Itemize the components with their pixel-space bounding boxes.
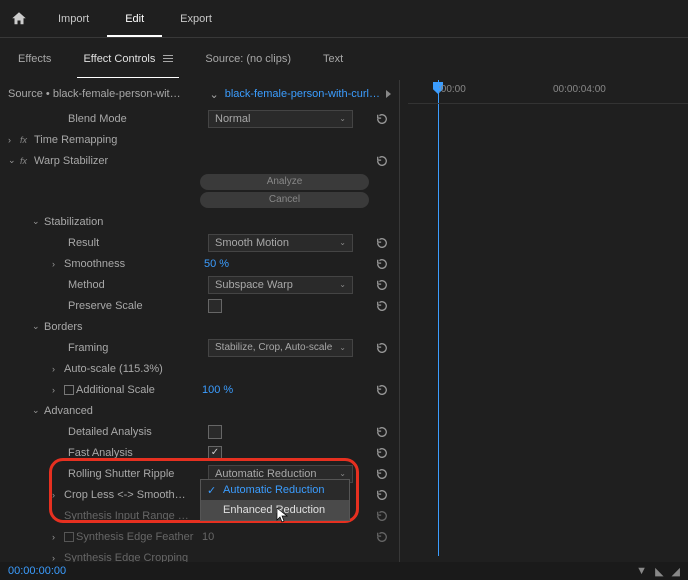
ruler-tick: :00:00 [438, 84, 466, 95]
expand-caret[interactable]: ⌄ [8, 155, 20, 166]
time-remapping-label: Time Remapping [34, 134, 174, 146]
timeline[interactable]: :00:00 00:00:04:00 ○ ○ [400, 80, 688, 580]
stabilization-label: Stabilization [44, 216, 184, 228]
reset-button[interactable] [375, 155, 395, 167]
reset-button[interactable] [375, 300, 395, 312]
menu-item-automatic[interactable]: Automatic Reduction [201, 480, 349, 500]
tab-export[interactable]: Export [162, 1, 230, 37]
timecode[interactable]: 00:00:00:00 [8, 565, 66, 577]
playhead-line [438, 80, 439, 556]
reset-button[interactable] [375, 342, 395, 354]
fx-icon: fx [20, 156, 34, 166]
advanced-label: Advanced [44, 405, 184, 417]
expand-caret[interactable]: › [52, 490, 64, 500]
framing-dropdown[interactable]: Stabilize, Crop, Auto-scale⌄ [208, 339, 353, 357]
expand-caret[interactable]: › [52, 385, 64, 395]
reset-button[interactable] [375, 258, 395, 270]
smoothness-label: Smoothness [64, 258, 204, 270]
warp-stabilizer-label: Warp Stabilizer [34, 155, 174, 167]
reset-button[interactable] [375, 237, 395, 249]
tool-icon[interactable]: ◢ [672, 565, 680, 578]
expand-caret[interactable]: › [52, 511, 64, 521]
detailed-analysis-checkbox[interactable] [208, 425, 222, 439]
expand-caret[interactable]: ⌄ [32, 216, 44, 227]
synth-feather-value: 10 [202, 531, 214, 543]
method-dropdown[interactable]: Subspace Warp⌄ [208, 276, 353, 294]
subtab-label: Effect Controls [83, 53, 155, 65]
expand-caret[interactable]: › [52, 553, 64, 563]
expand-caret[interactable]: › [8, 135, 20, 145]
reset-button[interactable] [375, 468, 395, 480]
cursor-icon [276, 508, 290, 524]
cancel-button[interactable]: Cancel [200, 192, 369, 208]
crop-smooth-label: Crop Less <-> Smooth… [64, 489, 220, 501]
fast-analysis-label: Fast Analysis [68, 447, 208, 459]
play-icon[interactable] [386, 90, 391, 98]
keyframe-icon[interactable] [64, 532, 74, 542]
subtab-source[interactable]: Source: (no clips) [199, 41, 297, 77]
rolling-shutter-menu: Automatic Reduction Enhanced Reduction [200, 479, 350, 521]
smoothness-value[interactable]: 50 % [204, 258, 229, 270]
fx-icon: fx [20, 135, 34, 145]
clip-caret[interactable]: ⌄ [210, 88, 219, 101]
subtab-effect-controls[interactable]: Effect Controls [77, 41, 179, 78]
result-label: Result [68, 237, 208, 249]
preserve-scale-label: Preserve Scale [68, 300, 208, 312]
expand-caret[interactable]: › [52, 532, 64, 542]
additional-scale-label: Additional Scale [76, 384, 216, 396]
analyze-button[interactable]: Analyze [200, 174, 369, 190]
reset-button[interactable] [375, 447, 395, 459]
reset-button[interactable] [375, 510, 395, 522]
reset-button[interactable] [375, 279, 395, 291]
expand-caret[interactable]: ⌄ [32, 405, 44, 416]
filter-icon[interactable]: ▼ [636, 565, 647, 578]
panel-menu-icon[interactable] [163, 55, 173, 62]
synth-range-label: Synthesis Input Range … [64, 510, 220, 522]
reset-button[interactable] [375, 113, 395, 125]
top-nav: Import Edit Export [40, 1, 230, 37]
borders-label: Borders [44, 321, 184, 333]
home-icon[interactable] [10, 10, 28, 28]
reset-button[interactable] [375, 531, 395, 543]
expand-caret[interactable]: ⌄ [32, 321, 44, 332]
blend-mode-dropdown[interactable]: Normal⌄ [208, 110, 353, 128]
detailed-analysis-label: Detailed Analysis [68, 426, 208, 438]
reset-button[interactable] [375, 426, 395, 438]
keyframe-icon[interactable] [64, 385, 74, 395]
timeline-ruler[interactable]: :00:00 00:00:04:00 [408, 84, 688, 104]
tab-edit[interactable]: Edit [107, 1, 162, 37]
tool-icon[interactable]: ◣ [655, 565, 663, 578]
fast-analysis-checkbox[interactable] [208, 446, 222, 460]
subtab-text[interactable]: Text [317, 41, 349, 77]
ruler-tick: 00:00:04:00 [553, 84, 606, 95]
framing-label: Framing [68, 342, 208, 354]
method-label: Method [68, 279, 208, 291]
expand-caret[interactable]: › [52, 364, 64, 374]
menu-item-enhanced[interactable]: Enhanced Reduction [201, 500, 349, 520]
expand-caret[interactable]: › [52, 259, 64, 269]
preserve-scale-checkbox[interactable] [208, 299, 222, 313]
clip-bar: Source • black-female-person-wit… ⌄ blac… [0, 80, 399, 108]
additional-scale-value[interactable]: 100 % [202, 384, 233, 396]
result-dropdown[interactable]: Smooth Motion⌄ [208, 234, 353, 252]
tab-import[interactable]: Import [40, 1, 107, 37]
blend-mode-label: Blend Mode [68, 113, 208, 125]
subtab-effects[interactable]: Effects [12, 41, 57, 77]
autoscale-label: Auto-scale (115.3%) [64, 363, 204, 375]
clip-source: Source • black-female-person-wit… [8, 88, 204, 100]
synth-feather-label: Synthesis Edge Feather [76, 531, 216, 543]
clip-sequence-link[interactable]: black-female-person-with-curl… [225, 88, 380, 100]
rolling-shutter-label: Rolling Shutter Ripple [68, 468, 208, 480]
reset-button[interactable] [375, 384, 395, 396]
reset-button[interactable] [375, 489, 395, 501]
